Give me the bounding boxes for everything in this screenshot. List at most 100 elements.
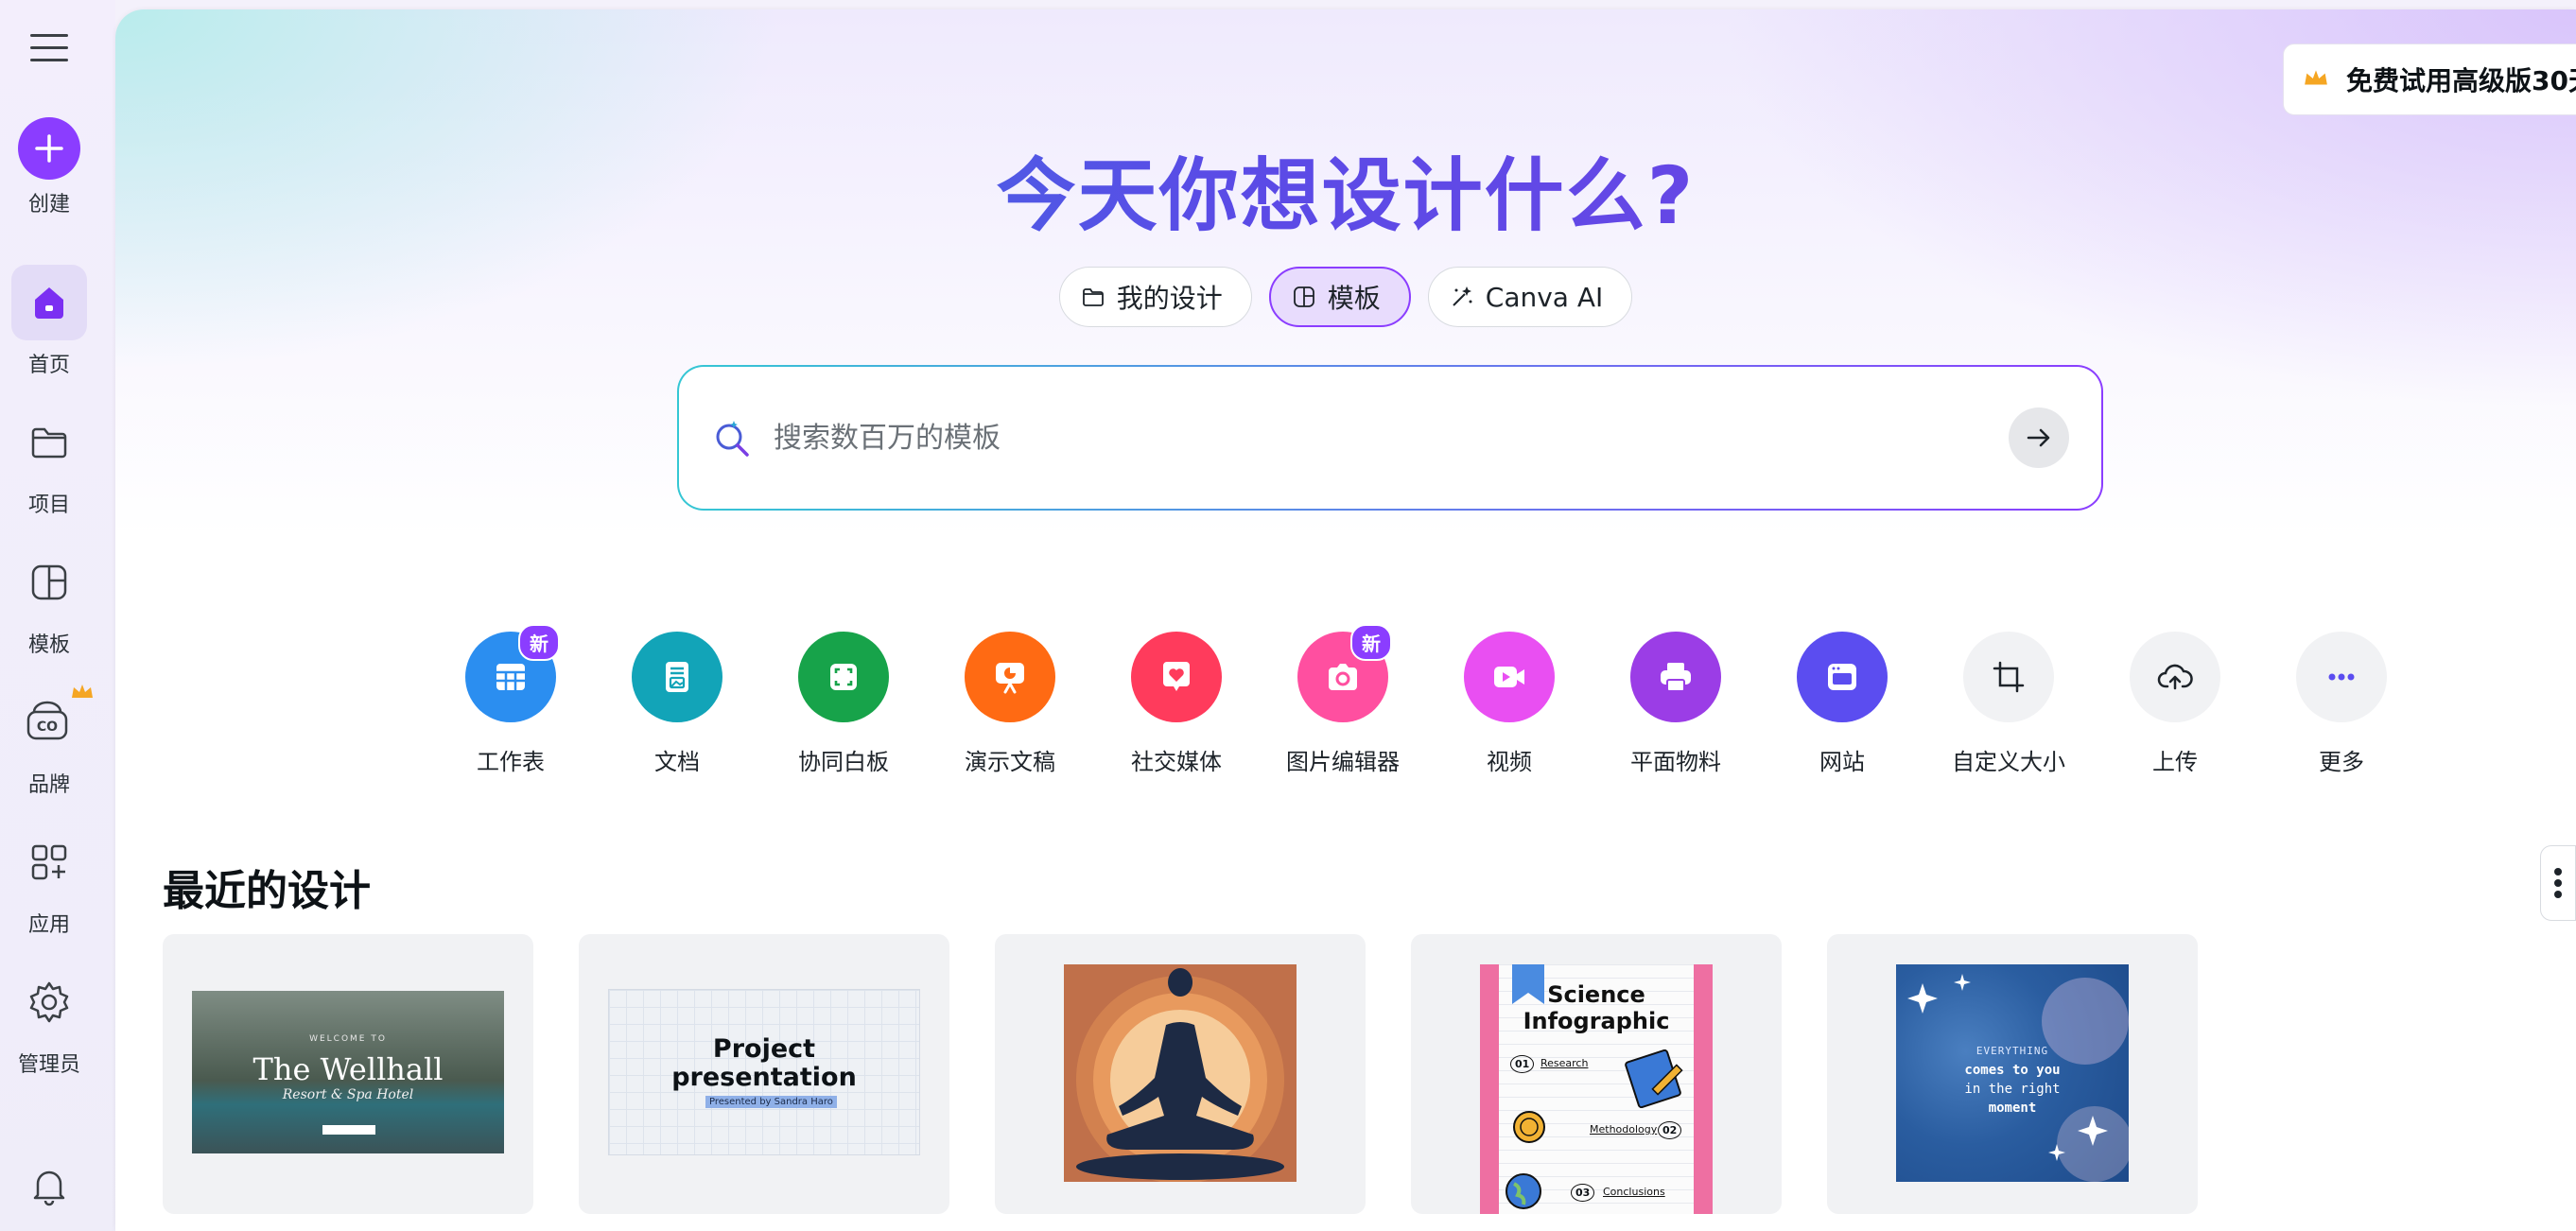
resize-icon <box>1963 632 2054 722</box>
category-websites[interactable]: 网站 <box>1759 632 1925 776</box>
thumb-quote: EVERYTHING comes to you in the right mom… <box>1896 1042 2129 1118</box>
notebook-illustration <box>1625 1049 1683 1108</box>
template-icon <box>1293 286 1314 307</box>
category-presentations[interactable]: 演示文稿 <box>927 632 1093 776</box>
printer-icon <box>1630 632 1721 722</box>
step-label: Conclusions <box>1603 1186 1665 1198</box>
search-submit-button[interactable] <box>2009 407 2069 468</box>
step-label: Research <box>1540 1057 1589 1069</box>
rail-item-home[interactable]: 首页 <box>0 265 98 378</box>
gear-icon <box>11 964 87 1040</box>
rail-item-admin[interactable]: 管理员 <box>0 964 98 1078</box>
magic-search-icon <box>716 421 749 457</box>
website-icon <box>1797 632 1888 722</box>
rail-item-brand[interactable]: CO 品牌 <box>0 685 98 798</box>
rail-label-projects: 项目 <box>27 494 70 517</box>
free-trial-button[interactable]: 免费试用高级版30天 <box>2283 43 2576 115</box>
category-label: 更多 <box>2319 749 2364 775</box>
bell-icon[interactable] <box>28 1165 70 1210</box>
design-card[interactable]: Project presentation Presented by Sandra… <box>579 934 949 1214</box>
whiteboard-icon <box>798 632 889 722</box>
category-label: 协同白板 <box>798 749 889 775</box>
step-label: Methodology <box>1590 1123 1658 1136</box>
quote-line: EVERYTHING <box>1976 1045 2049 1057</box>
category-label: 自定义大小 <box>1952 749 2065 775</box>
design-thumbnail: WELCOME TO The Wellhall Resort & Spa Hot… <box>192 991 504 1153</box>
category-video[interactable]: 视频 <box>1426 632 1593 776</box>
category-label: 工作表 <box>477 749 545 775</box>
category-photo-editor[interactable]: 新 图片编辑器 <box>1260 624 1426 776</box>
category-upload[interactable]: 上传 <box>2092 632 2258 776</box>
rail-label-brand: 品牌 <box>27 773 70 797</box>
design-card[interactable]: Science Infographic 01 Research Methodol… <box>1411 934 1782 1214</box>
category-label: 网站 <box>1819 749 1865 775</box>
page-title: 今天你想设计什么? <box>115 132 2576 247</box>
category-more[interactable]: 更多 <box>2258 632 2425 776</box>
quote-line: moment <box>1988 1101 2037 1116</box>
category-label: 演示文稿 <box>965 749 1055 775</box>
design-type-shortcuts: 新 工作表 文档 协同白板 演示文稿 社交媒体 新 图片编辑器 视频 平面物料 … <box>427 624 2425 776</box>
thumb-title-line: Infographic <box>1523 1008 1670 1034</box>
folder-icon <box>11 405 87 480</box>
cloud-upload-icon <box>2130 632 2220 722</box>
medal-illustration <box>1513 1111 1545 1143</box>
menu-icon[interactable] <box>30 34 68 64</box>
new-badge: 新 <box>1350 624 1392 661</box>
design-card[interactable]: EVERYTHING comes to you in the right mom… <box>1827 934 2198 1214</box>
tab-my-designs-label: 我的设计 <box>1116 283 1223 314</box>
plus-icon <box>18 117 80 180</box>
thumb-title: Science Infographic <box>1480 981 1713 1034</box>
thumb-title-line: Project <box>712 1034 816 1064</box>
meditation-illustration <box>1064 964 1297 1182</box>
recent-designs-list: WELCOME TO The Wellhall Resort & Spa Hot… <box>163 934 2198 1214</box>
arrow-right-icon <box>2027 428 2050 447</box>
main-panel: 免费试用高级版30天 今天你想设计什么? 我的设计 模板 Canva AI 新 <box>115 9 2576 1231</box>
globe-illustration <box>1506 1173 1541 1209</box>
rail-item-projects[interactable]: 项目 <box>0 405 98 518</box>
category-social-media[interactable]: 社交媒体 <box>1093 632 1260 776</box>
thumb-title-line: Science <box>1547 981 1645 1008</box>
category-docs[interactable]: 文档 <box>594 632 760 776</box>
category-custom-size[interactable]: 自定义大小 <box>1925 632 2092 776</box>
kebab-icon <box>2554 868 2562 898</box>
thumb-title: The Wellhall <box>252 1051 444 1087</box>
tab-templates[interactable]: 模板 <box>1268 267 1411 327</box>
design-card[interactable]: WELCOME TO The Wellhall Resort & Spa Hot… <box>163 934 533 1214</box>
tab-canva-ai-label: Canva AI <box>1485 281 1604 313</box>
search-input[interactable] <box>774 421 2009 455</box>
apps-icon <box>11 824 87 900</box>
tab-my-designs[interactable]: 我的设计 <box>1058 267 1252 327</box>
category-whiteboard[interactable]: 协同白板 <box>760 632 927 776</box>
folder-icon <box>1082 288 1104 306</box>
crown-icon <box>2303 64 2329 95</box>
category-label: 上传 <box>2152 749 2198 775</box>
new-badge: 新 <box>518 624 560 661</box>
rail-item-templates[interactable]: 模板 <box>0 545 98 658</box>
side-panel-toggle[interactable] <box>2540 845 2576 921</box>
sparkle-icon <box>1453 286 1472 306</box>
thumb-button <box>322 1125 375 1135</box>
template-search-bar <box>677 365 2103 511</box>
rail-label-home: 首页 <box>27 354 70 377</box>
presentation-icon <box>965 632 1055 722</box>
home-icon <box>11 265 87 340</box>
design-thumbnail: Science Infographic 01 Research Methodol… <box>1480 964 1713 1214</box>
rail-label-templates: 模板 <box>27 633 70 657</box>
tab-canva-ai[interactable]: Canva AI <box>1427 267 1633 327</box>
rail-item-apps[interactable]: 应用 <box>0 824 98 938</box>
design-card[interactable] <box>995 934 1366 1214</box>
category-sheets[interactable]: 新 工作表 <box>427 624 594 776</box>
create-button[interactable]: 创建 <box>0 117 98 217</box>
category-label: 图片编辑器 <box>1286 749 1400 775</box>
doc-icon <box>632 632 722 722</box>
category-label: 平面物料 <box>1630 749 1721 775</box>
video-icon <box>1464 632 1555 722</box>
thumb-byline: Presented by Sandra Haro <box>705 1096 837 1108</box>
thumb-title: Project presentation <box>609 1035 919 1092</box>
quote-line: comes to you <box>1964 1063 2061 1078</box>
crown-icon <box>70 683 95 705</box>
category-print[interactable]: 平面物料 <box>1593 632 1759 776</box>
search-scope-tabs: 我的设计 模板 Canva AI <box>115 267 2576 327</box>
create-label: 创建 <box>27 193 70 217</box>
design-thumbnail: Project presentation Presented by Sandra… <box>608 989 920 1155</box>
